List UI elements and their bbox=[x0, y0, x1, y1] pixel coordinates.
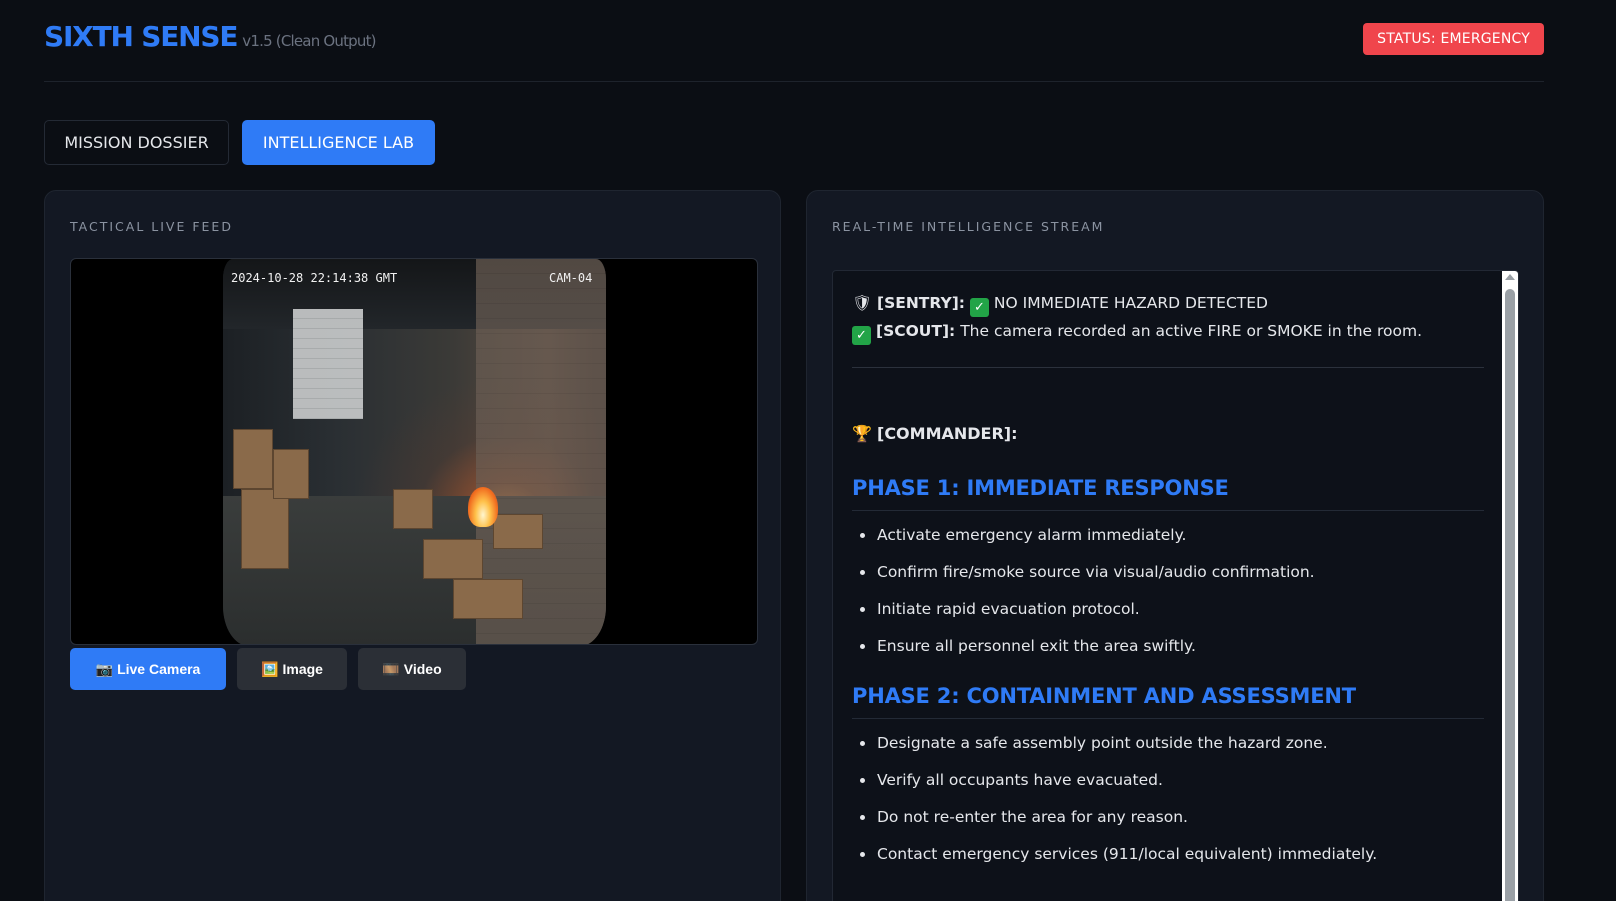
tab-intelligence-lab[interactable]: INTELLIGENCE LAB bbox=[242, 120, 435, 165]
list-item: Contact emergency services (911/local eq… bbox=[852, 844, 1484, 864]
camera-box bbox=[493, 514, 543, 549]
film-icon: 🎞️ bbox=[382, 661, 400, 677]
feed-panel: TACTICAL LIVE FEED 2024-10-28 22:14:38 G… bbox=[44, 190, 781, 901]
list-item: Designate a safe assembly point outside … bbox=[852, 733, 1484, 753]
header: SIXTH SENSE v1.5 (Clean Output) STATUS: … bbox=[44, 0, 1544, 82]
list-item: Verify all occupants have evacuated. bbox=[852, 770, 1484, 790]
sentry-line: 🛡 [SENTRY]: ✓ NO IMMEDIATE HAZARD DETECTED bbox=[852, 289, 1484, 317]
app-title: SIXTH SENSE bbox=[44, 20, 238, 53]
camera-box bbox=[423, 539, 483, 579]
scroll-up-arrow-icon[interactable] bbox=[1505, 274, 1515, 280]
brand: SIXTH SENSE v1.5 (Clean Output) bbox=[44, 20, 377, 53]
scout-message: The camera recorded an active FIRE or SM… bbox=[960, 322, 1423, 340]
scroll-thumb[interactable] bbox=[1505, 289, 1515, 901]
sentry-message: NO IMMEDIATE HAZARD DETECTED bbox=[993, 294, 1268, 312]
stream-panel-label: REAL-TIME INTELLIGENCE STREAM bbox=[832, 219, 1105, 234]
divider bbox=[852, 367, 1484, 368]
stream-panel: REAL-TIME INTELLIGENCE STREAM 🛡 [SENTRY]:… bbox=[806, 190, 1544, 901]
camera-timestamp: 2024-10-28 22:14:38 GMT bbox=[231, 271, 398, 285]
camera-box bbox=[273, 449, 309, 499]
check-icon: ✓ bbox=[969, 298, 989, 317]
camera-bay-door bbox=[293, 309, 363, 419]
camera-image bbox=[223, 259, 606, 644]
camera-box bbox=[453, 579, 523, 619]
stream-content: 🛡 [SENTRY]: ✓ NO IMMEDIATE HAZARD DETECTED… bbox=[852, 289, 1484, 881]
video-button[interactable]: 🎞️ Video bbox=[358, 648, 466, 690]
feed-panel-label: TACTICAL LIVE FEED bbox=[70, 219, 233, 234]
live-camera-label: Live Camera bbox=[117, 661, 201, 677]
status-badge: STATUS: EMERGENCY bbox=[1363, 23, 1544, 55]
shield-icon: 🛡 bbox=[852, 294, 872, 312]
camera-icon: 📷 bbox=[95, 661, 114, 677]
app-version: v1.5 (Clean Output) bbox=[242, 32, 376, 50]
scout-line: ✓ [SCOUT]: The camera recorded an active … bbox=[852, 317, 1484, 345]
image-label: Image bbox=[282, 661, 323, 677]
list-item: Do not re-enter the area for any reason. bbox=[852, 807, 1484, 827]
list-item: Activate emergency alarm immediately. bbox=[852, 525, 1484, 545]
list-item: Ensure all personnel exit the area swift… bbox=[852, 636, 1484, 656]
live-feed-viewport: 2024-10-28 22:14:38 GMT CAM-04 bbox=[70, 258, 758, 645]
fire-glow bbox=[468, 487, 498, 527]
live-camera-button[interactable]: 📷 Live Camera bbox=[70, 648, 226, 690]
commander-line: 🏆 [COMMANDER]: bbox=[852, 420, 1484, 448]
list-item: Initiate rapid evacuation protocol. bbox=[852, 599, 1484, 619]
check-icon: ✓ bbox=[852, 326, 871, 345]
sentry-tag: [SENTRY]: bbox=[877, 294, 965, 312]
phase-1-title: PHASE 1: IMMEDIATE RESPONSE bbox=[852, 476, 1484, 511]
list-item: Confirm fire/smoke source via visual/aud… bbox=[852, 562, 1484, 582]
camera-box bbox=[241, 489, 289, 569]
camera-box bbox=[393, 489, 433, 529]
app-root: SIXTH SENSE v1.5 (Clean Output) STATUS: … bbox=[0, 0, 1616, 901]
commander-tag: [COMMANDER]: bbox=[877, 424, 1018, 443]
trophy-icon: 🏆 bbox=[852, 424, 872, 443]
camera-id: CAM-04 bbox=[549, 271, 593, 285]
phase-1-steps: Activate emergency alarm immediately. Co… bbox=[852, 525, 1484, 656]
intelligence-stream[interactable]: 🛡 [SENTRY]: ✓ NO IMMEDIATE HAZARD DETECTED… bbox=[832, 270, 1519, 901]
phase-2-title: PHASE 2: CONTAINMENT AND ASSESSMENT bbox=[852, 684, 1484, 719]
image-icon: 🖼️ bbox=[261, 661, 279, 677]
camera-box bbox=[233, 429, 273, 489]
video-label: Video bbox=[403, 661, 442, 677]
phase-2-steps: Designate a safe assembly point outside … bbox=[852, 733, 1484, 864]
tab-mission-dossier[interactable]: MISSION DOSSIER bbox=[44, 120, 229, 165]
image-button[interactable]: 🖼️ Image bbox=[237, 648, 347, 690]
stream-scrollbar[interactable] bbox=[1502, 271, 1518, 901]
scout-tag: [SCOUT]: bbox=[876, 322, 956, 340]
